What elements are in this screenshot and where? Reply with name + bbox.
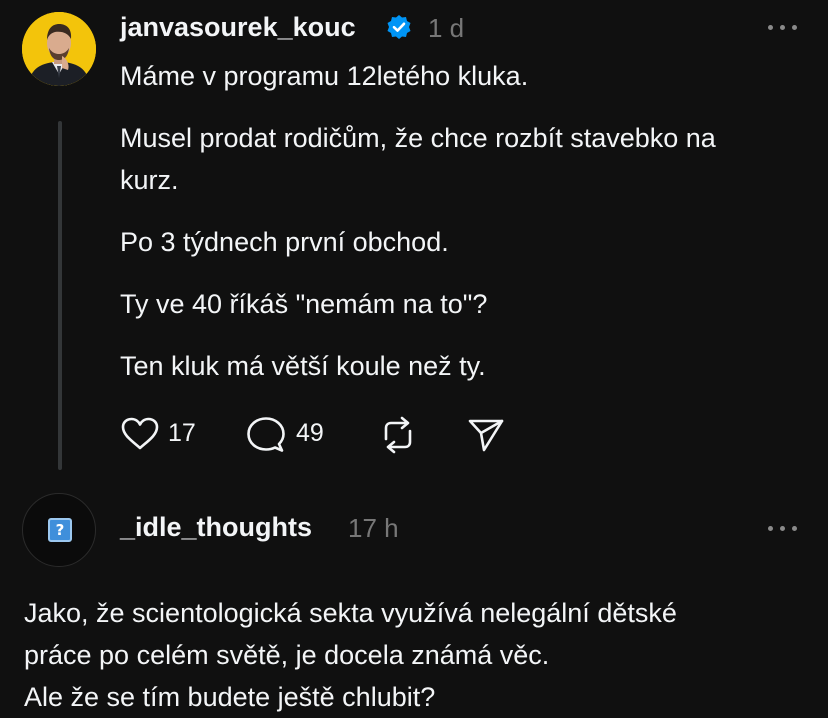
author-username[interactable]: janvasourek_kouc — [120, 12, 356, 43]
post-text-line: Ty ve 40 říkáš "nemám na to"? — [120, 289, 488, 319]
reply-timestamp: 17 h — [348, 513, 399, 543]
share-button[interactable] — [466, 414, 506, 454]
post-text-line: Ten kluk má větší koule než ty. — [120, 351, 486, 381]
like-button[interactable]: 17 — [120, 414, 200, 454]
repost-icon — [384, 416, 412, 454]
reply-text-line: práce po celém světě, je docela známá vě… — [24, 640, 550, 670]
verified-badge-icon — [387, 15, 411, 39]
reply-text-line: Ale že se tím budete ještě chlubit? — [24, 682, 436, 712]
comment-count: 49 — [296, 419, 324, 447]
question-mark-icon: ? — [48, 518, 72, 542]
post-text-line: Máme v programu 12letého kluka. — [120, 61, 529, 91]
post-timestamp: 1 d — [428, 13, 465, 43]
author-portrait — [22, 12, 96, 86]
post-text-line: Po 3 týdnech první obchod. — [120, 227, 449, 257]
heart-icon — [121, 417, 159, 450]
post-text-line: kurz. — [120, 165, 179, 195]
like-count: 17 — [168, 419, 196, 447]
comment-button[interactable]: 49 — [246, 414, 336, 454]
send-icon — [468, 419, 504, 452]
reply-text-line: Jako, že scientologická sekta využívá ne… — [24, 598, 677, 628]
thread-line — [58, 121, 62, 470]
post-text-line: Musel prodat rodičům, že chce rozbít sta… — [120, 123, 716, 153]
author-avatar[interactable] — [22, 12, 96, 86]
reply-avatar[interactable]: ? — [22, 493, 96, 567]
reply-username[interactable]: _idle_thoughts — [120, 512, 312, 543]
repost-button[interactable] — [378, 414, 418, 454]
comment-bubble-icon — [247, 417, 285, 452]
more-horizontal-icon[interactable] — [766, 523, 800, 533]
more-horizontal-icon[interactable] — [766, 22, 800, 32]
